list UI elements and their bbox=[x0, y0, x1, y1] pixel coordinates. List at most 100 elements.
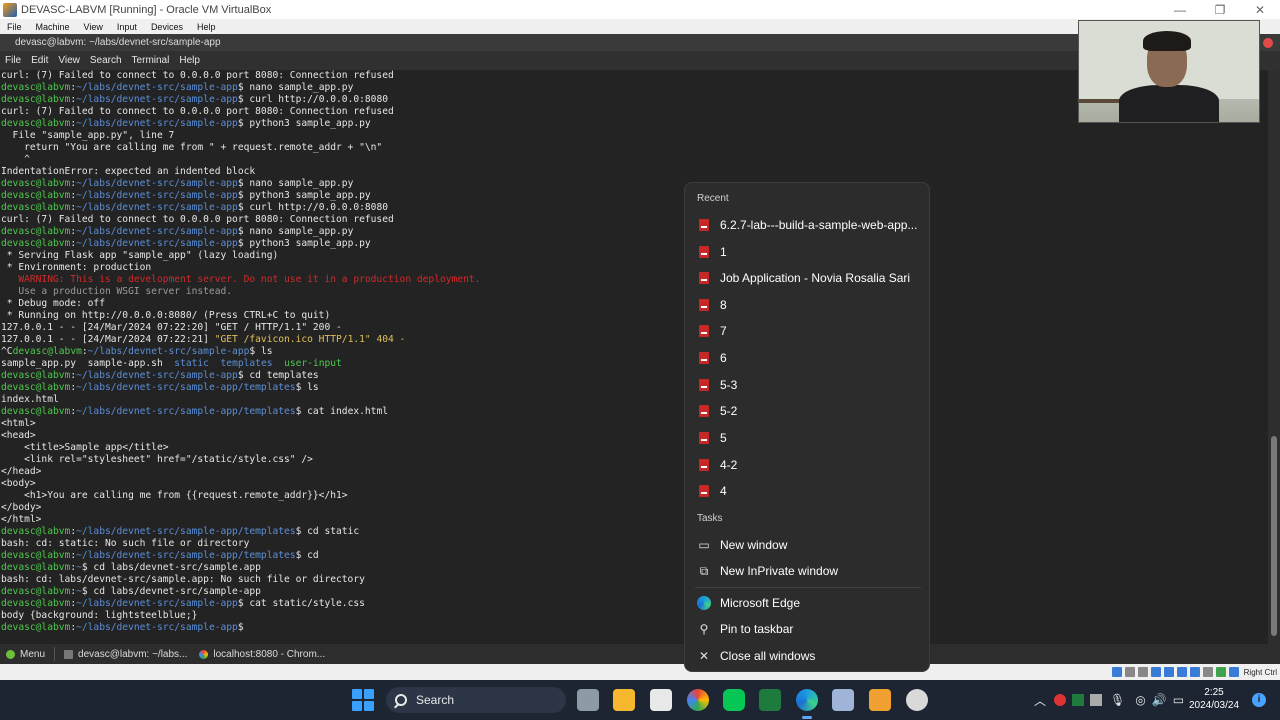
recent-item[interactable]: 4-2 bbox=[695, 452, 921, 478]
vb-menu-view[interactable]: View bbox=[77, 22, 110, 32]
display-icon[interactable] bbox=[1190, 667, 1201, 677]
term-menu-view[interactable]: View bbox=[53, 55, 85, 66]
pin-to-taskbar[interactable]: ⚲ Pin to taskbar bbox=[695, 616, 921, 642]
terminal-text: <title>Sample app</title> bbox=[1, 442, 169, 453]
terminal-text: $ curl http://0.0.0.0:8080 bbox=[237, 202, 389, 213]
guest-menu-button[interactable]: Menu bbox=[0, 645, 51, 663]
tray-app-icon[interactable] bbox=[1054, 694, 1067, 706]
taskbar-settings-icon[interactable] bbox=[906, 689, 928, 711]
recent-item[interactable]: 6 bbox=[695, 345, 921, 371]
prompt-path: ~/labs/devnet-src/sample-app bbox=[76, 118, 238, 129]
terminal-output[interactable]: curl: (7) Failed to connect to 0.0.0.0 p… bbox=[0, 70, 1268, 644]
optical-drive-icon[interactable] bbox=[1125, 667, 1136, 677]
terminal-text: sample_app.py bbox=[1, 358, 88, 369]
prompt-path: ~/labs/devnet-src/sample-app bbox=[76, 370, 238, 381]
recent-item[interactable]: 7 bbox=[695, 318, 921, 344]
tray-app-icon[interactable] bbox=[1072, 694, 1085, 706]
battery-icon[interactable]: ▭ bbox=[1173, 693, 1184, 707]
taskbar-vnc-icon[interactable] bbox=[650, 689, 672, 711]
tray-overflow-chevron-icon[interactable]: ︿ bbox=[1034, 692, 1046, 709]
usb-icon[interactable] bbox=[1164, 667, 1175, 677]
search-icon bbox=[395, 694, 407, 706]
task-new-inprivate-window[interactable]: ⧉ New InPrivate window bbox=[695, 558, 921, 584]
pdf-icon bbox=[699, 325, 709, 337]
recent-item[interactable]: Job Application - Novia Rosalia Sari bbox=[695, 265, 921, 291]
microphone-icon[interactable]: 🎙 bbox=[1110, 693, 1125, 707]
prompt-user: devasc@labvm bbox=[1, 562, 71, 573]
taskbar-excel-icon[interactable] bbox=[759, 689, 781, 711]
close-button[interactable]: ✕ bbox=[1240, 3, 1280, 17]
guest-menu-label: Menu bbox=[20, 648, 46, 660]
recent-item[interactable]: 5 bbox=[695, 425, 921, 451]
close-all-windows[interactable]: ✕ Close all windows bbox=[695, 643, 921, 669]
pdf-icon bbox=[699, 405, 709, 417]
term-menu-help[interactable]: Help bbox=[174, 55, 205, 66]
network-icon[interactable] bbox=[1151, 667, 1162, 677]
panel-task-terminal[interactable]: devasc@labvm: ~/labs... bbox=[58, 645, 193, 663]
recent-item[interactable]: 8 bbox=[695, 292, 921, 318]
vb-menu-devices[interactable]: Devices bbox=[144, 22, 190, 32]
recent-item-label: 5-3 bbox=[720, 378, 738, 392]
volume-icon[interactable]: 🔊 bbox=[1152, 693, 1167, 707]
taskbar-search[interactable]: Search bbox=[386, 687, 566, 713]
audio-icon[interactable] bbox=[1138, 667, 1149, 677]
taskbar-virtualbox-icon[interactable] bbox=[832, 689, 854, 711]
recent-item[interactable]: 4 bbox=[695, 478, 921, 504]
term-menu-file[interactable]: File bbox=[0, 55, 26, 66]
notification-icon[interactable]: i bbox=[1252, 693, 1266, 707]
start-button[interactable] bbox=[352, 689, 374, 711]
open-microsoft-edge[interactable]: Microsoft Edge bbox=[695, 590, 921, 616]
terminal-text: 127.0.0.1 - - [24/Mar/2024 07:22:20] "GE… bbox=[1, 322, 342, 333]
mouse-integration-icon[interactable] bbox=[1229, 667, 1240, 677]
taskbar-app-file-explorer-alt-icon[interactable] bbox=[577, 689, 599, 711]
recording-icon[interactable] bbox=[1203, 667, 1214, 677]
prompt-path: ~/labs/devnet-src/sample-app/templates bbox=[76, 382, 296, 393]
prompt-user: devasc@labvm bbox=[1, 94, 71, 105]
terminal-text: IndentationError: expected an indented b… bbox=[1, 166, 256, 177]
term-menu-search[interactable]: Search bbox=[85, 55, 127, 66]
minimize-button[interactable]: — bbox=[1160, 3, 1200, 17]
mint-menu-icon bbox=[6, 649, 15, 659]
terminal-text: return "You are calling me from " + requ… bbox=[1, 142, 383, 153]
recent-item[interactable]: 1 bbox=[695, 239, 921, 265]
terminal-scrollbar[interactable] bbox=[1268, 70, 1280, 644]
recent-item[interactable]: 5-2 bbox=[695, 398, 921, 424]
taskbar-line-icon[interactable] bbox=[723, 689, 745, 711]
hdd-icon[interactable] bbox=[1112, 667, 1123, 677]
terminal-text: $ cat static/style.css bbox=[237, 598, 365, 609]
terminal-line: Use a production WSGI server instead. bbox=[1, 286, 1268, 298]
shared-folders-icon[interactable] bbox=[1177, 667, 1188, 677]
taskbar-folder-icon[interactable] bbox=[613, 689, 635, 711]
vb-menu-file[interactable]: File bbox=[0, 22, 29, 32]
terminal-text: <body> bbox=[1, 478, 36, 489]
terminal-text: $ cd bbox=[295, 550, 319, 561]
network-icon[interactable]: ◎ bbox=[1135, 693, 1145, 707]
prompt-user: devasc@labvm bbox=[12, 346, 82, 357]
task-new-window[interactable]: ▭ New window bbox=[695, 532, 921, 558]
vb-menu-input[interactable]: Input bbox=[110, 22, 144, 32]
panel-task-chrome[interactable]: localhost:8080 - Chrom... bbox=[193, 645, 331, 663]
terminal-line: ^Cdevasc@labvm:~/labs/devnet-src/sample-… bbox=[1, 346, 1268, 358]
recent-item[interactable]: 6.2.7-lab---build-a-sample-web-app... bbox=[695, 212, 921, 238]
term-menu-terminal[interactable]: Terminal bbox=[127, 55, 175, 66]
scrollbar-thumb[interactable] bbox=[1271, 436, 1277, 636]
prompt-user: devasc@labvm bbox=[1, 226, 71, 237]
taskbar-clock[interactable]: 2:25 2024/03/24 bbox=[1186, 686, 1242, 712]
terminal-text: $ cd labs/devnet-src/sample.app bbox=[81, 562, 261, 573]
terminal-text: File "sample_app.py", line 7 bbox=[1, 130, 175, 141]
recent-item-label: 4-2 bbox=[720, 458, 738, 472]
maximize-button[interactable]: ❐ bbox=[1200, 3, 1240, 17]
vb-menu-help[interactable]: Help bbox=[190, 22, 223, 32]
vb-menu-machine[interactable]: Machine bbox=[29, 22, 77, 32]
vt-x-icon[interactable] bbox=[1216, 667, 1227, 677]
taskbar-chrome-icon[interactable] bbox=[687, 689, 709, 711]
clock-time: 2:25 bbox=[1204, 687, 1224, 698]
terminal-line: </head> bbox=[1, 466, 1268, 478]
tray-app-icon[interactable] bbox=[1090, 694, 1103, 706]
taskbar-edge-icon[interactable] bbox=[796, 689, 818, 719]
recent-item[interactable]: 5-3 bbox=[695, 372, 921, 398]
window-icon: ▭ bbox=[698, 538, 710, 552]
taskbar-packet-tracer-icon[interactable] bbox=[869, 689, 891, 711]
term-menu-edit[interactable]: Edit bbox=[26, 55, 53, 66]
